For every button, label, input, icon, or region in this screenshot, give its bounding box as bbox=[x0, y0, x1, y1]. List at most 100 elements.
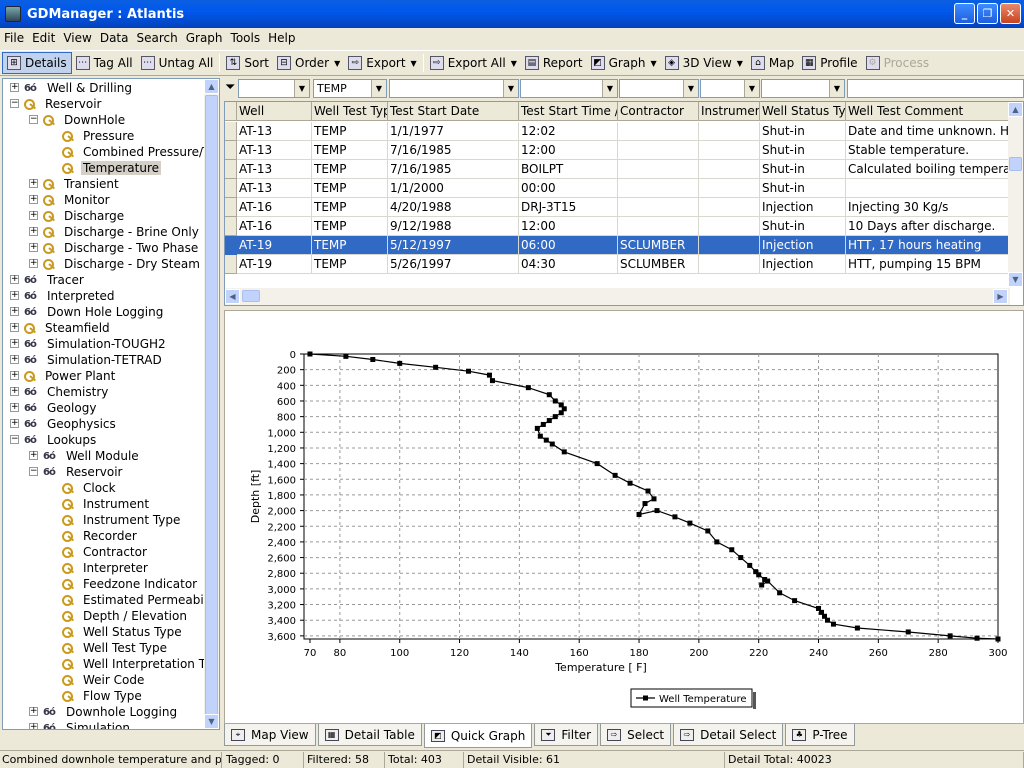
table-row[interactable]: AT-19 TEMP 5/26/1997 04:30 SCLUMBER Injection… bbox=[225, 255, 1010, 274]
data-grid[interactable]: WellWell Test TypeTest Start DateTest St… bbox=[224, 101, 1024, 306]
tree-item-geophysics[interactable]: 6ó Geophysics bbox=[24, 416, 118, 432]
table-row[interactable]: AT-13 TEMP 1/1/1977 12:02 Shut-in Date and ti… bbox=[225, 122, 1010, 141]
grid-horizontal-scrollbar[interactable]: ◀ ▶ bbox=[225, 288, 1010, 305]
app-icon[interactable] bbox=[5, 6, 21, 22]
filter-test-start-time-id-input[interactable]: ▼ bbox=[520, 79, 618, 98]
table-row[interactable]: AT-13 TEMP 1/1/2000 00:00 Shut-in bbox=[225, 179, 1010, 198]
chevron-down-icon[interactable]: ▼ bbox=[683, 80, 698, 97]
details-button[interactable]: ⊞ Details bbox=[2, 52, 72, 74]
column-header-well-status-type[interactable]: Well Status Type bbox=[760, 102, 846, 121]
collapse-icon[interactable]: − bbox=[10, 99, 19, 108]
table-row[interactable]: AT-13 TEMP 7/16/1985 BOILPT Shut-in Calculate… bbox=[225, 160, 1010, 179]
tree-item-pressure[interactable]: Pressure bbox=[62, 128, 136, 144]
tree-item-combined-pressure-te[interactable]: Combined Pressure/Te bbox=[62, 144, 218, 160]
grid-vertical-scrollbar[interactable]: ▲ ▼ bbox=[1008, 102, 1023, 287]
scroll-up-icon[interactable]: ▲ bbox=[204, 79, 219, 94]
scroll-up-icon[interactable]: ▲ bbox=[1008, 102, 1023, 117]
tree-item-contractor[interactable]: Contractor bbox=[62, 544, 149, 560]
menu-view[interactable]: View bbox=[59, 28, 95, 48]
export-button[interactable]: ⇨ Export ▼ bbox=[344, 52, 420, 74]
filter-test-start-date-input[interactable]: ▼ bbox=[389, 79, 519, 98]
tree-item-clock[interactable]: Clock bbox=[62, 480, 118, 496]
collapse-icon[interactable]: − bbox=[29, 115, 38, 124]
chevron-down-icon[interactable]: ▼ bbox=[829, 80, 844, 97]
tree-item-transient[interactable]: Transient bbox=[43, 176, 121, 192]
tree-item-well-drilling[interactable]: 6ó Well & Drilling bbox=[24, 80, 134, 96]
tree-item-feedzone-indicator[interactable]: Feedzone Indicator bbox=[62, 576, 199, 592]
chevron-down-icon[interactable]: ▼ bbox=[511, 59, 517, 68]
map-button[interactable]: ⌂ Map bbox=[747, 52, 798, 74]
tree-item-simulation[interactable]: 6ó Simulation bbox=[43, 720, 132, 729]
navigation-tree[interactable]: 6ó Well & Drilling + Reservoir − DownHole − Pre… bbox=[2, 78, 220, 730]
chevron-down-icon[interactable]: ▼ bbox=[744, 80, 759, 97]
tree-scroll-thumb[interactable] bbox=[205, 95, 218, 715]
tree-item-instrument[interactable]: Instrument bbox=[62, 496, 151, 512]
column-header-test-start-date[interactable]: Test Start Date bbox=[388, 102, 519, 121]
tree-item-discharge-dry-steam[interactable]: Discharge - Dry Steam bbox=[43, 256, 202, 272]
tree-item-instrument-type[interactable]: Instrument Type bbox=[62, 512, 182, 528]
table-row[interactable]: AT-19 TEMP 5/12/1997 06:00 SCLUMBER Injection… bbox=[225, 236, 1010, 255]
tree-item-well-interpretation-ty[interactable]: Well Interpretation Ty bbox=[62, 656, 213, 672]
filter-well-status-type-input[interactable]: ▼ bbox=[761, 79, 845, 98]
tab-detail-select[interactable]: ⇨ Detail Select bbox=[673, 724, 784, 746]
tree-item-downhole-logging[interactable]: 6ó Downhole Logging bbox=[43, 704, 179, 720]
tree-item-downhole[interactable]: DownHole bbox=[43, 112, 127, 128]
filter-contractor-input[interactable]: ▼ bbox=[619, 79, 699, 98]
tree-item-geology[interactable]: 6ó Geology bbox=[24, 400, 98, 416]
scroll-right-icon[interactable]: ▶ bbox=[993, 289, 1008, 304]
collapse-icon[interactable]: − bbox=[10, 435, 19, 444]
tree-item-weir-code[interactable]: Weir Code bbox=[62, 672, 146, 688]
grid-scroll-thumb[interactable] bbox=[1009, 157, 1022, 171]
sort-button[interactable]: ⇅ Sort bbox=[222, 52, 273, 74]
menu-search[interactable]: Search bbox=[132, 28, 181, 48]
expand-icon[interactable]: + bbox=[29, 179, 38, 188]
tree-item-simulation-tetrad[interactable]: 6ó Simulation-TETRAD bbox=[24, 352, 164, 368]
filter-well-input[interactable]: ▼ bbox=[238, 79, 310, 98]
expand-icon[interactable]: + bbox=[10, 323, 19, 332]
close-button[interactable]: ✕ bbox=[1000, 3, 1021, 24]
tab-detail-table[interactable]: ▦ Detail Table bbox=[317, 724, 422, 746]
chevron-down-icon[interactable]: ▼ bbox=[503, 80, 518, 97]
tree-item-steamfield[interactable]: Steamfield bbox=[24, 320, 112, 336]
maximize-button[interactable]: ❐ bbox=[977, 3, 998, 24]
tree-item-interpreter[interactable]: Interpreter bbox=[62, 560, 150, 576]
expand-icon[interactable]: + bbox=[29, 723, 38, 729]
expand-icon[interactable]: + bbox=[10, 387, 19, 396]
report-button[interactable]: ▤ Report bbox=[521, 52, 587, 74]
tree-vertical-scrollbar[interactable]: ▲ ▼ bbox=[204, 79, 219, 729]
tab-select[interactable]: ⇨ Select bbox=[600, 724, 672, 746]
tree-item-well-module[interactable]: 6ó Well Module bbox=[43, 448, 141, 464]
expand-icon[interactable]: + bbox=[10, 275, 19, 284]
menu-file[interactable]: File bbox=[0, 28, 28, 48]
chevron-down-icon[interactable]: ▼ bbox=[371, 80, 386, 97]
tab-map-view[interactable]: ⌖ Map View bbox=[224, 724, 316, 746]
tree-item-discharge[interactable]: Discharge bbox=[43, 208, 126, 224]
column-header-well-test-comment[interactable]: Well Test Comment bbox=[846, 102, 1010, 121]
expand-icon[interactable]: + bbox=[29, 211, 38, 220]
tag-all-button[interactable]: ⋯ Tag All bbox=[72, 52, 137, 74]
tree-item-temperature[interactable]: Temperature bbox=[62, 160, 162, 176]
filter-well-test-comment-input[interactable] bbox=[847, 79, 1024, 98]
chevron-down-icon[interactable]: ▼ bbox=[737, 59, 743, 68]
scroll-down-icon[interactable]: ▼ bbox=[1008, 272, 1023, 287]
expand-icon[interactable]: + bbox=[29, 227, 38, 236]
tree-item-estimated-permeability[interactable]: Estimated Permeability bbox=[62, 592, 219, 608]
table-row[interactable]: AT-16 TEMP 9/12/1988 12:00 Shut-in 10 Days af… bbox=[225, 217, 1010, 236]
menu-tools[interactable]: Tools bbox=[227, 28, 265, 48]
expand-icon[interactable]: + bbox=[10, 339, 19, 348]
tree-item-monitor[interactable]: Monitor bbox=[43, 192, 112, 208]
tree-item-lookups[interactable]: 6ó Lookups bbox=[24, 432, 98, 448]
expand-icon[interactable]: + bbox=[29, 243, 38, 252]
expand-icon[interactable]: + bbox=[29, 707, 38, 716]
tab-p-tree[interactable]: ♣ P-Tree bbox=[785, 724, 855, 746]
tree-item-flow-type[interactable]: Flow Type bbox=[62, 688, 144, 704]
tab-filter[interactable]: ⏷ Filter bbox=[534, 724, 599, 746]
expand-icon[interactable]: + bbox=[10, 371, 19, 380]
expand-icon[interactable]: + bbox=[29, 259, 38, 268]
tree-item-down-hole-logging[interactable]: 6ó Down Hole Logging bbox=[24, 304, 165, 320]
expand-icon[interactable]: + bbox=[10, 307, 19, 316]
tree-item-discharge-two-phase[interactable]: Discharge - Two Phase bbox=[43, 240, 200, 256]
chevron-down-icon[interactable]: ▼ bbox=[334, 59, 340, 68]
tree-item-interpreted[interactable]: 6ó Interpreted bbox=[24, 288, 117, 304]
expand-icon[interactable]: + bbox=[10, 403, 19, 412]
